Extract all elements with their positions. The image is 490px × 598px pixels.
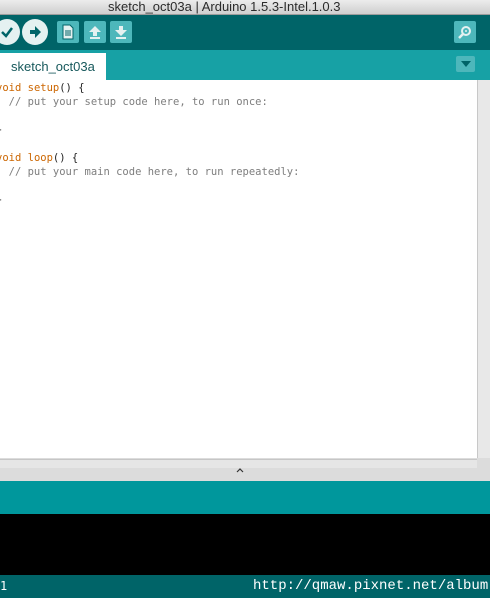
code-line: // put your setup code here, to run once… [0, 96, 268, 108]
editor-vertical-scrollbar[interactable] [477, 80, 490, 458]
line-number: 1 [0, 579, 8, 593]
code-text: void setup() { // put your setup code he… [0, 81, 299, 207]
arrow-up-icon [89, 26, 101, 39]
window-title: sketch_oct03a | Arduino 1.5.3-Intel.1.0.… [108, 0, 341, 14]
verify-button[interactable] [0, 19, 20, 45]
tab-bar: sketch_oct03a [0, 50, 490, 80]
toolbar [0, 15, 490, 50]
console-output[interactable] [0, 514, 490, 575]
open-button[interactable] [84, 21, 106, 43]
upload-button[interactable] [22, 19, 48, 45]
code-line: void loop() { [0, 151, 299, 165]
code-line: void setup() { [0, 81, 299, 95]
arrow-right-icon [30, 26, 41, 38]
watermark-text: http://qmaw.pixnet.net/album [253, 578, 489, 594]
code-editor[interactable]: void setup() { // put your setup code he… [0, 80, 477, 458]
code-line: // put your main code here, to run repea… [0, 166, 300, 178]
splitter-grip-icon[interactable] [236, 467, 244, 475]
new-file-icon [62, 24, 74, 40]
code-token: () { [59, 82, 85, 94]
checkmark-icon [1, 27, 13, 38]
keyword-token: void [0, 82, 22, 94]
save-button[interactable] [110, 21, 132, 43]
keyword-token: void [0, 152, 22, 164]
tab-menu-button[interactable] [456, 56, 475, 72]
code-line: } [0, 193, 299, 207]
window-titlebar: sketch_oct03a | Arduino 1.5.3-Intel.1.0.… [0, 0, 490, 15]
tab-label: sketch_oct03a [11, 59, 95, 74]
function-token: setup [27, 82, 60, 94]
triangle-down-icon [460, 61, 471, 67]
tab-sketch[interactable]: sketch_oct03a [0, 53, 106, 80]
new-button[interactable] [57, 21, 79, 43]
function-token: loop [27, 152, 53, 164]
arrow-down-icon [115, 26, 127, 39]
magnifier-icon [458, 26, 471, 39]
console-message-area [0, 481, 490, 514]
chevron-up-icon [236, 468, 244, 473]
code-token: () { [52, 152, 79, 164]
serial-monitor-button[interactable] [454, 21, 476, 43]
code-line: } [0, 123, 299, 137]
